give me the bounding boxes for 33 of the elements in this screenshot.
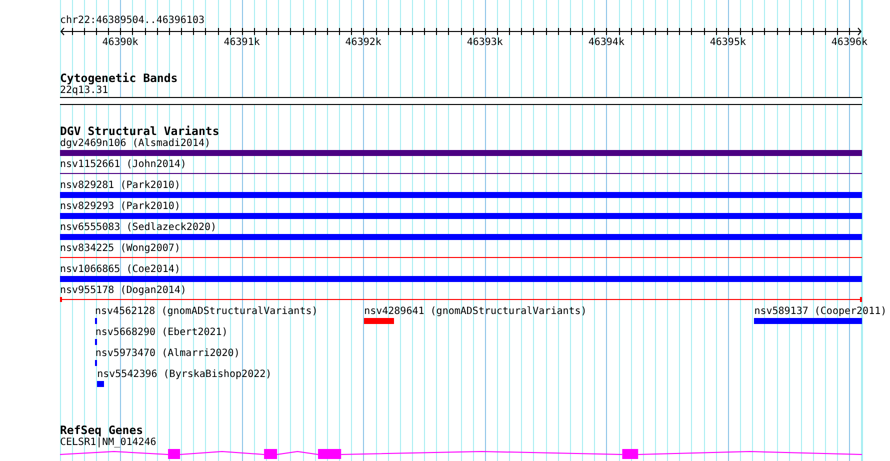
tick-label: 46391k xyxy=(224,37,260,49)
variant-label: nsv4289641 (gnomADStructuralVariants) xyxy=(364,306,587,318)
variant-label: nsv829293 (Park2010) xyxy=(60,201,180,213)
variant-label: nsv5542396 (ByrskaBishop2022) xyxy=(97,369,272,381)
variant-label: nsv6555083 (Sedlazeck2020) xyxy=(60,222,217,234)
track-title: DGV Structural Variants xyxy=(60,124,220,138)
tick-label: 46394k xyxy=(588,37,624,49)
variant-bar[interactable] xyxy=(95,360,98,366)
track-title: Cytogenetic Bands xyxy=(60,71,178,85)
variant-label: nsv1152661 (John2014) xyxy=(60,159,186,171)
variant-bar[interactable] xyxy=(95,318,98,324)
variant-label: nsv589137 (Cooper2011) xyxy=(754,306,887,318)
gene-model-drawing[interactable] xyxy=(60,449,862,459)
variant-label: dgv2469n106 (Alsmadi2014) xyxy=(60,138,211,150)
band-label: 22q13.31 xyxy=(60,85,108,97)
tick-label: 46392k xyxy=(345,37,382,49)
location-label: chr22:46389504..46396103 xyxy=(60,15,204,27)
variant-label: nsv4562128 (gnomADStructuralVariants) xyxy=(95,306,318,318)
tick-label: 46393k xyxy=(466,37,503,49)
variant-line[interactable] xyxy=(60,297,862,302)
tick-label: 46395k xyxy=(710,37,746,49)
variant-label: nsv5668290 (Ebert2021) xyxy=(95,327,228,339)
variant-label: nsv829281 (Park2010) xyxy=(60,180,180,192)
tick-label: 46390k xyxy=(102,37,138,49)
track-title: RefSeq Genes xyxy=(60,423,144,437)
variant-label: nsv5973470 (Almarri2020) xyxy=(95,348,240,360)
gene-label: CELSR1|NM_014246 xyxy=(60,437,156,449)
cytoband-bar[interactable] xyxy=(60,97,862,105)
tick-label: 46396k xyxy=(831,37,868,49)
variant-bar[interactable] xyxy=(95,339,98,345)
variant-label: nsv955178 (Dogan2014) xyxy=(60,285,186,297)
variant-label: nsv834225 (Wong2007) xyxy=(60,243,180,255)
variant-label: nsv1066865 (Coe2014) xyxy=(60,264,180,276)
